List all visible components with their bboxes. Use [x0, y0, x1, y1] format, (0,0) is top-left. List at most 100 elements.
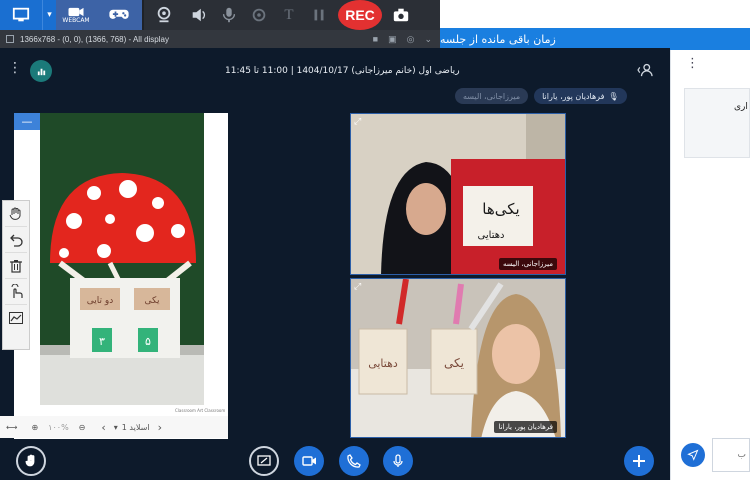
bottom-controls-bar — [0, 440, 670, 480]
recorder-toolbar: ▾ WEBCAM T REC — [0, 0, 440, 30]
game-capture-button[interactable] — [96, 0, 142, 30]
zoom-in-icon[interactable]: ⊕ — [31, 423, 38, 432]
browser-top-area — [440, 0, 750, 28]
participant-name: فرهادیان پور، یارانا — [494, 421, 557, 433]
video-tile-2[interactable]: دهتایی یکی ⤢ فرهادیان پور، یارانا — [350, 278, 566, 438]
participants-icon[interactable] — [636, 62, 654, 81]
previous-slide-icon[interactable]: ‹ — [101, 421, 105, 434]
speaker-icon — [192, 8, 205, 22]
display-dropdown-caret[interactable]: ▾ — [42, 0, 56, 30]
audio-wave-icon[interactable]: ◎ — [407, 34, 415, 45]
gamepad-icon — [109, 9, 129, 19]
mushroom-house-illustration: دو تایی یکی ۳ ۵ — [40, 113, 204, 405]
camera-overlay-button[interactable] — [144, 0, 184, 30]
video-camera-icon — [302, 456, 316, 466]
webcam-overlay-icon — [157, 6, 171, 23]
minimize-slide-button[interactable]: — — [14, 113, 40, 130]
draw-tool[interactable] — [5, 305, 27, 331]
phone-button[interactable] — [339, 446, 369, 476]
slide-selector[interactable]: اسلاید 1 — [122, 423, 150, 432]
line-chart-icon — [9, 312, 23, 324]
slide-number-left: ۳ — [99, 335, 105, 348]
slide-image: دو تایی یکی ۳ ۵ — [40, 113, 204, 405]
expand-icon[interactable]: ⤢ — [354, 117, 361, 127]
hand-tool[interactable] — [5, 201, 27, 227]
zoom-out-icon[interactable]: ⊖ — [79, 423, 86, 432]
speaker-button[interactable] — [184, 0, 214, 30]
speaker-chip-label: فرهادیان پور، یارانا — [542, 91, 605, 101]
microphone-button[interactable] — [214, 0, 244, 30]
slide-dropdown-caret[interactable]: ▾ — [114, 423, 118, 432]
recording-area-info: 1366x768 - (0, 0), (1366, 768) - All dis… — [0, 30, 440, 48]
student-video-1: یکی‌ها دهتایی — [351, 114, 565, 274]
chat-input[interactable] — [712, 438, 750, 472]
webcam-label: WEBCAM — [62, 16, 90, 24]
time-remaining-text: زمان باقی مانده از جلسه — [440, 32, 556, 46]
student-video-2: دهتایی یکی — [351, 279, 565, 437]
slide-number-right: ۵ — [145, 335, 151, 348]
cup-text-2: یکی — [444, 356, 464, 370]
more-options-icon[interactable]: ⋮ — [8, 60, 22, 76]
cursor-effect-button[interactable] — [244, 0, 274, 30]
zoom-level: ۱۰۰% — [48, 422, 69, 432]
pause-icon — [314, 9, 324, 21]
recording-area-text: 1366x768 - (0, 0), (1366, 768) - All dis… — [20, 34, 169, 44]
microphone-icon: 🎙 — [608, 91, 619, 101]
display-capture-button[interactable] — [0, 0, 42, 30]
speaker-chip-label: میرزاجانی، الیسه — [463, 91, 521, 101]
microphone-toggle-button[interactable] — [383, 446, 413, 476]
time-remaining-banner: زمان باقی مانده از جلسه — [440, 28, 750, 50]
chat-options-icon[interactable]: ⋮ — [686, 56, 699, 71]
slide-card-right: یکی — [145, 296, 160, 306]
chat-message-card — [684, 88, 750, 158]
screenshot-button[interactable] — [386, 0, 416, 30]
plus-icon — [633, 455, 645, 467]
next-slide-icon[interactable]: › — [158, 421, 162, 434]
pause-button[interactable] — [304, 0, 334, 30]
slide-card-left: دو تایی — [87, 296, 113, 306]
microphone-icon — [222, 7, 236, 23]
record-button[interactable]: REC — [338, 0, 382, 30]
webcam-icon — [68, 7, 84, 16]
add-button[interactable] — [624, 446, 654, 476]
camera-toggle-icon[interactable]: ■ — [373, 34, 378, 45]
monitor-icon — [12, 7, 30, 22]
undo-icon — [10, 234, 23, 247]
speaker-chip-muted[interactable]: میرزاجانی، الیسه — [455, 88, 529, 104]
microphone-icon — [393, 454, 403, 467]
speaker-chips: 🎙 فرهادیان پور، یارانا میرزاجانی، الیسه — [455, 88, 627, 104]
slide-navigation-bar: ⟷ ⊕ ۱۰۰% ⊖ ‹ ▾ اسلاید 1 › — [0, 416, 228, 438]
expand-icon[interactable]: ⤢ — [354, 282, 361, 292]
camera-button[interactable] — [294, 446, 324, 476]
class-title: ریاضی اول (خانم میرزاجانی) 1404/10/17 | … — [225, 66, 460, 76]
camera-icon — [393, 8, 409, 22]
sign-text-1: یکی‌ها — [482, 200, 519, 218]
participant-name: میرزاجانی، الیسه — [499, 258, 557, 270]
stats-icon[interactable] — [30, 60, 52, 82]
area-select-icon[interactable]: ▣ — [388, 34, 397, 45]
text-overlay-button[interactable]: T — [274, 0, 304, 30]
cursor-highlight-icon — [252, 8, 266, 22]
webcam-button[interactable]: WEBCAM — [56, 0, 96, 30]
sign-text-2: دهتایی — [478, 230, 505, 241]
slide-credit: Classroom Art Classroom — [175, 408, 226, 413]
screen-share-button[interactable] — [249, 446, 279, 476]
pointer-tool[interactable] — [5, 279, 27, 305]
raise-hand-button[interactable] — [16, 446, 46, 476]
speaker-chip-active[interactable]: 🎙 فرهادیان پور، یارانا — [534, 88, 627, 104]
phone-icon — [347, 454, 361, 468]
hand-icon — [9, 207, 21, 220]
send-message-button[interactable] — [681, 443, 705, 467]
pointer-hand-icon — [11, 283, 23, 298]
whiteboard-tools — [2, 200, 30, 350]
chat-message-text: اری — [734, 102, 748, 112]
chevron-down-icon[interactable]: ⌄ — [424, 34, 432, 45]
undo-tool[interactable] — [5, 227, 27, 253]
fit-width-icon[interactable]: ⟷ — [6, 423, 17, 432]
screen-share-icon — [257, 455, 271, 466]
area-checkbox[interactable] — [6, 35, 14, 43]
video-tile-1[interactable]: یکی‌ها دهتایی ⤢ میرزاجانی، الیسه — [350, 113, 566, 275]
trash-icon — [10, 259, 22, 273]
delete-tool[interactable] — [5, 253, 27, 279]
cup-text-1: دهتایی — [368, 357, 398, 370]
